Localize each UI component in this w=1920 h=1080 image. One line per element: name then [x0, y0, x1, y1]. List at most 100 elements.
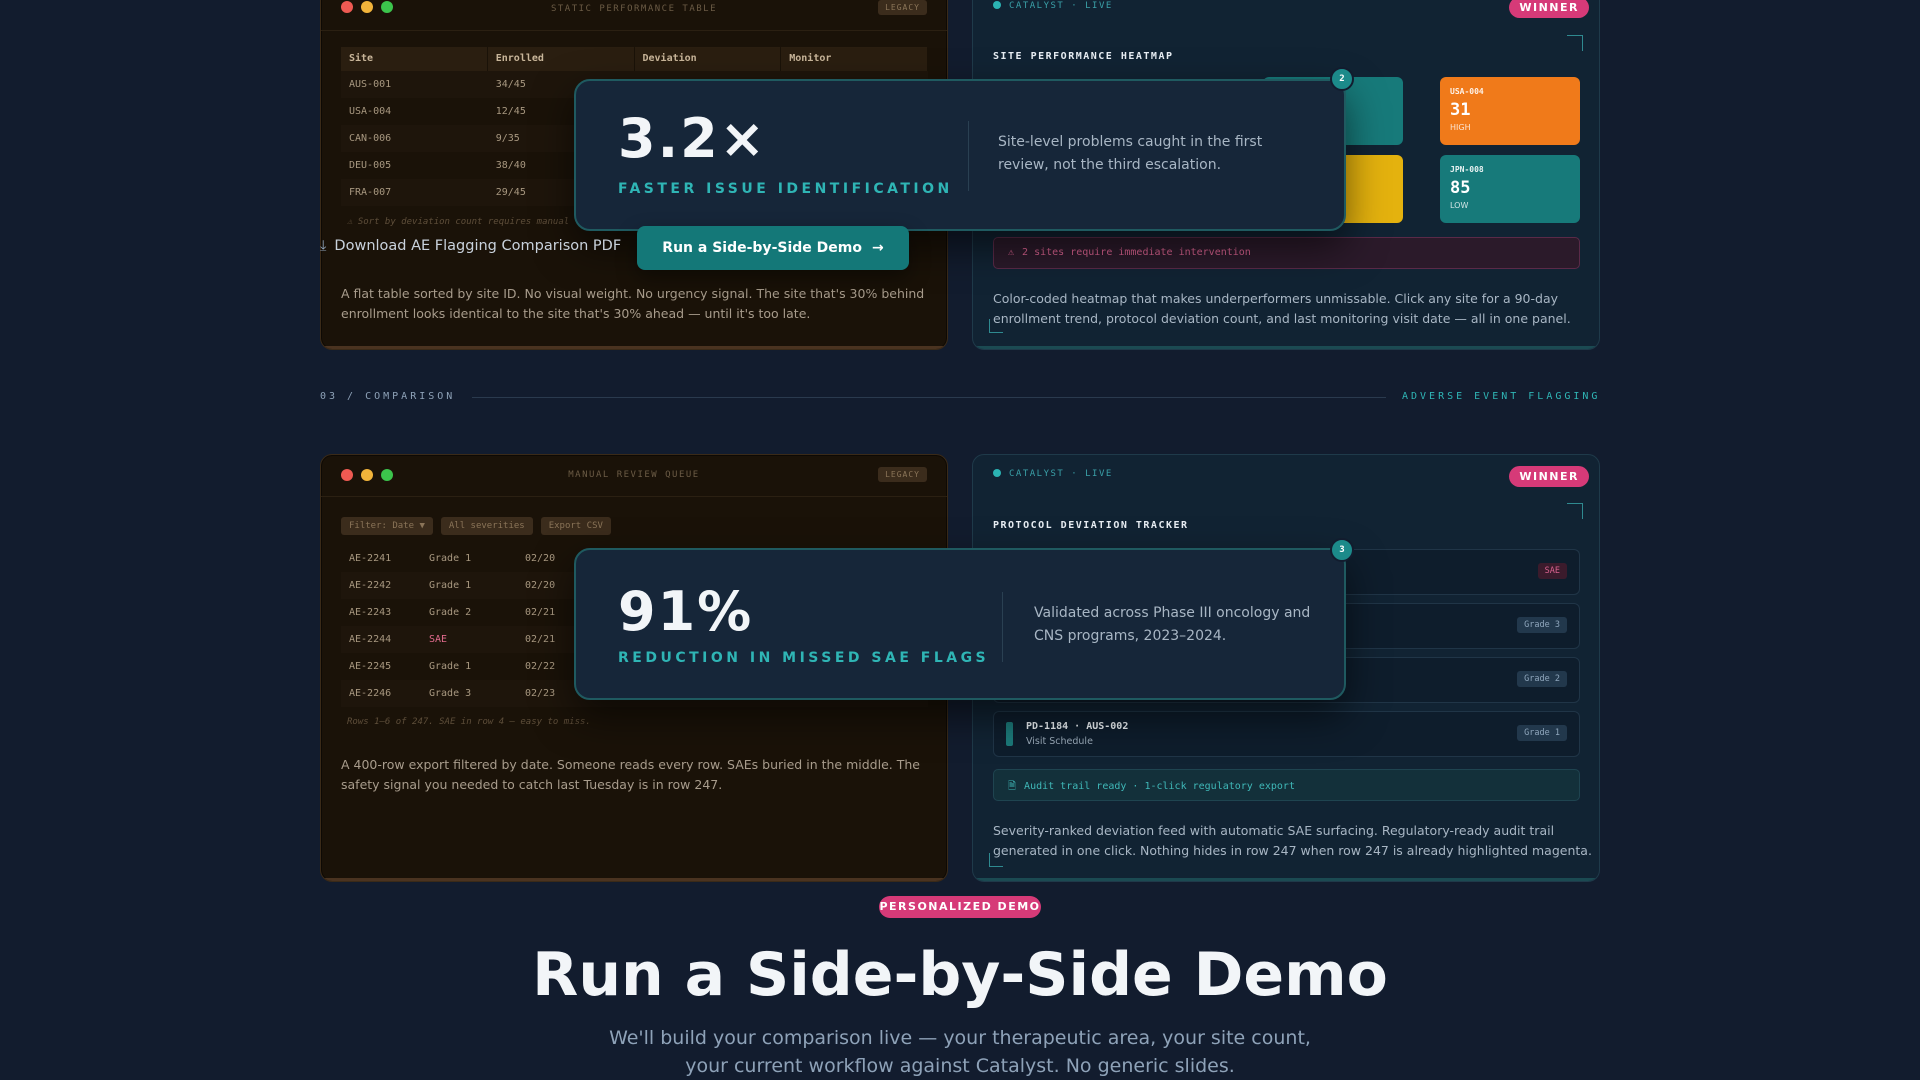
column-header[interactable]: Monitor — [781, 47, 928, 71]
live-label: CATALYST · LIVE — [1009, 1, 1113, 11]
severity-filter[interactable]: All severities — [440, 517, 533, 535]
live-status: CATALYST · LIVE — [993, 1, 1113, 11]
cell-site: CAN-006 — [349, 133, 392, 144]
live-status: CATALYST · LIVE — [993, 469, 1113, 479]
section-divider — [472, 397, 1386, 398]
divider — [1002, 592, 1003, 662]
catalyst-description: Color-coded heatmap that makes underperf… — [993, 291, 1571, 326]
ae-id: AE-2244 — [349, 634, 392, 645]
ae-grade: Grade 1 — [429, 580, 472, 591]
corner-bracket — [989, 853, 1003, 867]
export-csv-button[interactable]: Export CSV — [540, 517, 611, 535]
cta-subtext-line-2: your current workflow against Catalyst. … — [685, 1055, 1235, 1077]
cell-site: DEU-005 — [349, 160, 392, 171]
tile-level: LOW — [1450, 201, 1469, 210]
arrow-right-icon: → — [871, 240, 884, 256]
stat-value: 3.2× — [618, 107, 767, 170]
ae-id: AE-2245 — [349, 661, 392, 672]
window-titlebar: STATIC PERFORMANCE TABLE LEGACY — [321, 0, 947, 31]
ae-grade: Grade 3 — [429, 688, 472, 699]
tile-value: 85 — [1450, 178, 1471, 198]
column-header[interactable]: Enrolled — [488, 47, 635, 71]
deviation-id: PD-1184 · AUS-002 — [1026, 721, 1129, 732]
ae-date: 02/23 — [525, 688, 556, 699]
corner-bracket — [1567, 35, 1583, 51]
heatmap-tile-usa-004[interactable]: USA-004 31 HIGH — [1440, 77, 1580, 145]
stat-description: Site-level problems caught in the first … — [998, 134, 1263, 173]
button-label: Run a Side-by-Side Demo — [662, 240, 862, 256]
step-marker: 2 — [1330, 67, 1354, 91]
table-header: Site Enrolled Deviation Monitor — [341, 47, 928, 71]
section-label-left: 03 / COMPARISON — [320, 391, 456, 402]
window-titlebar: MANUAL REVIEW QUEUE LEGACY — [321, 455, 947, 497]
column-header[interactable]: Deviation — [635, 47, 782, 71]
window-title: MANUAL REVIEW QUEUE — [568, 470, 700, 480]
live-dot-icon — [993, 469, 1001, 477]
stat-description: Validated across Phase III oncology and … — [1034, 605, 1311, 644]
ae-date: 02/21 — [525, 607, 556, 618]
stat-caption: FASTER ISSUE IDENTIFICATION — [618, 181, 953, 197]
corner-bracket — [989, 319, 1003, 333]
legacy-description: A 400-row export filtered by date. Someo… — [341, 757, 920, 792]
ae-date: 02/20 — [525, 580, 556, 591]
tile-value: 31 — [1450, 100, 1471, 120]
cell-site: AUS-001 — [349, 79, 392, 90]
winner-badge: WINNER — [1509, 0, 1589, 18]
deviation-category: Visit Schedule — [1026, 736, 1093, 747]
winner-badge: WINNER — [1509, 466, 1589, 487]
step-marker: 3 — [1330, 538, 1354, 562]
stat-card-speed: 3.2× FASTER ISSUE IDENTIFICATION Site-le… — [574, 79, 1346, 231]
warning-icon: ⚠ — [1008, 247, 1015, 258]
intervention-alert[interactable]: ⚠ 2 sites require immediate intervention — [993, 237, 1580, 269]
legacy-badge: LEGACY — [878, 0, 927, 15]
stat-value: 91% — [618, 580, 754, 643]
date-filter[interactable]: Filter: Date ▼ — [341, 517, 433, 535]
filter-chips: Filter: Date ▼ All severities Export CSV — [341, 517, 611, 535]
tile-site-id: JPN-008 — [1450, 165, 1484, 174]
cell-site: USA-004 — [349, 106, 392, 117]
list-note: Rows 1–6 of 247. SAE in row 4 — easy to … — [347, 717, 591, 727]
ae-date: 02/22 — [525, 661, 556, 672]
table-note: ⚠ Sort by deviation count requires manua… — [347, 217, 570, 227]
cell-site: FRA-007 — [349, 187, 392, 198]
catalyst-description: Severity-ranked deviation feed with auto… — [993, 823, 1592, 858]
alert-text: 2 sites require immediate intervention — [1022, 247, 1251, 258]
ae-grade: Grade 2 — [429, 607, 472, 618]
audit-trail-banner[interactable]: 🗎 Audit trail ready · 1-click regulatory … — [993, 769, 1580, 801]
section-title: PROTOCOL DEVIATION TRACKER — [993, 520, 1189, 531]
grade-badge: Grade 1 — [1517, 725, 1567, 741]
run-demo-button[interactable]: Run a Side-by-Side Demo → — [637, 226, 909, 270]
download-pdf-link[interactable]: ⤓ Download AE Flagging Comparison PDF — [320, 238, 621, 254]
stat-card-sae: 91% REDUCTION IN MISSED SAE FLAGS Valida… — [574, 548, 1346, 700]
ae-date: 02/20 — [525, 553, 556, 564]
corner-bracket — [1567, 503, 1583, 519]
column-header[interactable]: Site — [341, 47, 488, 71]
grade-badge: Grade 2 — [1517, 671, 1567, 687]
section-title: SITE PERFORMANCE HEATMAP — [993, 51, 1174, 62]
heatmap-tile-jpn-008[interactable]: JPN-008 85 LOW — [1440, 155, 1580, 223]
document-icon: 🗎 — [1008, 781, 1017, 792]
cta-subtext-line-1: We'll build your comparison live — your … — [609, 1027, 1311, 1049]
deviation-row[interactable]: PD-1184 · AUS-002 Visit Schedule Grade 1 — [993, 711, 1580, 757]
ae-id: AE-2243 — [349, 607, 392, 618]
ae-grade-sae: SAE — [429, 634, 448, 645]
tile-site-id: USA-004 — [1450, 87, 1484, 96]
ae-grade: Grade 1 — [429, 553, 472, 564]
ae-id: AE-2246 — [349, 688, 392, 699]
personalized-demo-badge: PERSONALIZED DEMO — [879, 896, 1041, 918]
download-link-label: Download AE Flagging Comparison PDF — [334, 238, 622, 254]
legacy-badge: LEGACY — [878, 467, 927, 482]
grade-badge: SAE — [1537, 563, 1567, 579]
live-dot-icon — [993, 1, 1001, 9]
legacy-description: A flat table sorted by site ID. No visua… — [341, 286, 925, 321]
ae-id: AE-2241 — [349, 553, 392, 564]
stat-caption: REDUCTION IN MISSED SAE FLAGS — [618, 650, 990, 666]
window-title: STATIC PERFORMANCE TABLE — [550, 4, 718, 14]
live-label: CATALYST · LIVE — [1009, 469, 1113, 479]
audit-text: Audit trail ready · 1-click regulatory e… — [1024, 781, 1295, 792]
section-label-right: ADVERSE EVENT FLAGGING — [1402, 391, 1601, 402]
severity-bar — [1006, 722, 1013, 746]
divider — [968, 121, 969, 191]
tile-level: HIGH — [1450, 123, 1471, 132]
ae-date: 02/21 — [525, 634, 556, 645]
